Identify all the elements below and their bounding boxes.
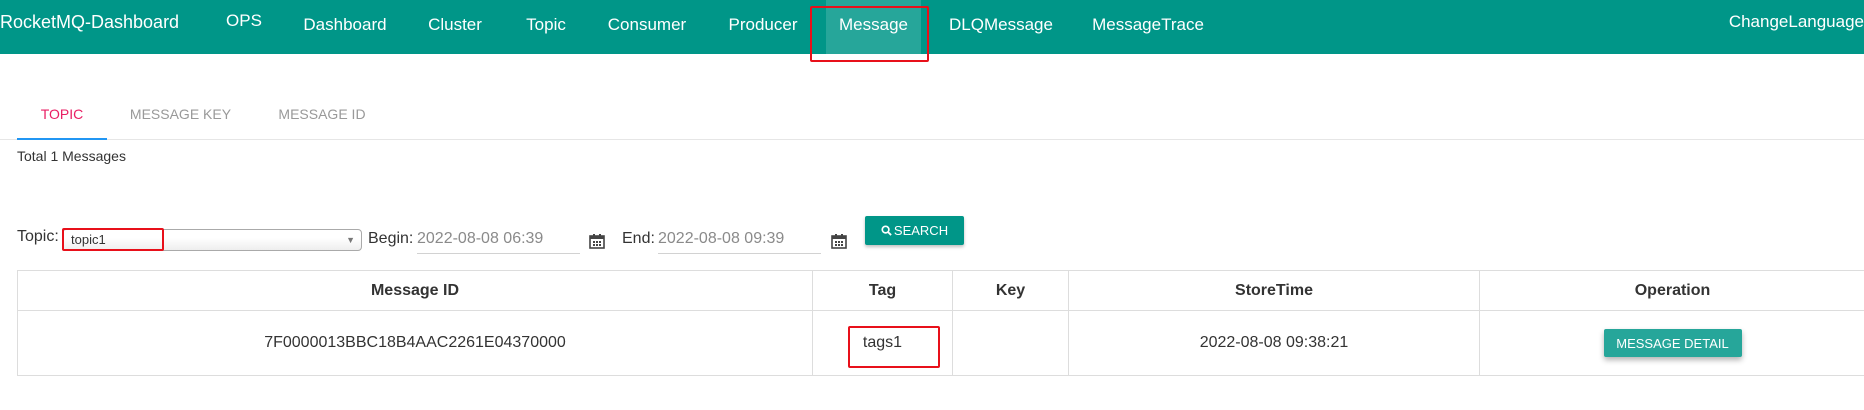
- query-tabs: TOPIC MESSAGE KEY MESSAGE ID: [0, 92, 1864, 140]
- cell-message-id: 7F0000013BBC18B4AAC2261E04370000: [18, 311, 813, 375]
- begin-time-input[interactable]: [417, 224, 580, 254]
- nav-item-messagetrace[interactable]: MessageTrace: [1086, 0, 1210, 54]
- cell-key: [953, 311, 1069, 375]
- brand-title[interactable]: RocketMQ-Dashboard: [0, 12, 179, 33]
- column-header-storetime: StoreTime: [1069, 271, 1480, 311]
- nav-item-topic[interactable]: Topic: [515, 0, 577, 54]
- search-button-label: SEARCH: [893, 223, 949, 238]
- nav-item-consumer[interactable]: Consumer: [598, 0, 696, 54]
- begin-label: Begin:: [368, 230, 414, 247]
- tab-topic[interactable]: TOPIC: [17, 92, 107, 140]
- tab-message-id[interactable]: MESSAGE ID: [266, 92, 378, 138]
- message-table: Message ID Tag Key StoreTime Operation 7…: [17, 270, 1864, 376]
- column-header-tag: Tag: [813, 271, 953, 311]
- search-icon: [881, 225, 892, 236]
- top-navbar: RocketMQ-Dashboard OPS Dashboard Cluster…: [0, 0, 1864, 54]
- annotation-box-message-nav: [810, 6, 929, 62]
- chevron-down-icon: ▼: [346, 235, 355, 245]
- nav-item-dashboard[interactable]: Dashboard: [295, 0, 395, 54]
- cell-storetime: 2022-08-08 09:38:21: [1069, 311, 1480, 375]
- total-messages-label: Total 1 Messages: [17, 148, 126, 164]
- column-header-message-id: Message ID: [18, 271, 813, 311]
- calendar-icon[interactable]: [831, 233, 847, 249]
- search-button[interactable]: SEARCH: [865, 216, 964, 245]
- annotation-box-topic: [62, 228, 164, 251]
- nav-item-producer[interactable]: Producer: [717, 0, 809, 54]
- end-label: End:: [622, 230, 655, 247]
- calendar-icon[interactable]: [589, 233, 605, 249]
- column-header-operation: Operation: [1480, 271, 1864, 311]
- change-language-menu[interactable]: ChangeLanguage: [1704, 0, 1864, 44]
- end-time-input[interactable]: [658, 224, 821, 254]
- nav-item-dlqmessage[interactable]: DLQMessage: [940, 0, 1062, 54]
- nav-item-cluster[interactable]: Cluster: [415, 0, 495, 54]
- tab-message-key[interactable]: MESSAGE KEY: [118, 92, 243, 138]
- cell-operation: MESSAGE DETAIL: [1480, 311, 1864, 375]
- nav-item-ops[interactable]: OPS: [216, 0, 272, 54]
- topic-label: Topic:: [17, 228, 59, 245]
- annotation-box-tag: [848, 326, 940, 368]
- column-header-key: Key: [953, 271, 1069, 311]
- message-detail-button[interactable]: MESSAGE DETAIL: [1603, 329, 1742, 357]
